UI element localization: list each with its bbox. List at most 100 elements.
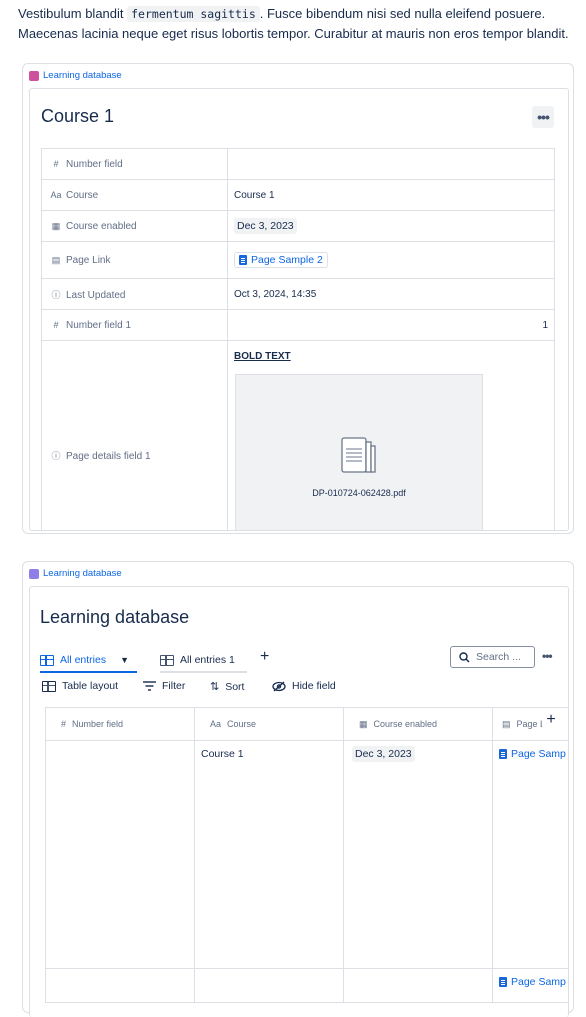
property-value[interactable]: Dec 3, 2023 [227,210,555,242]
intro-paragraph: Vestibulum blandit fermentum sagittis. F… [18,4,574,44]
property-row: # Number field 1 1 [41,309,555,341]
table-cell[interactable] [45,740,195,969]
database-icon [29,70,39,81]
search-input[interactable]: Search ... [450,646,535,668]
page-icon: ▤ [502,718,511,729]
document-icon [239,255,247,265]
property-label: Number field [66,158,123,170]
property-row: Aa Course Course 1 [41,179,555,211]
pdf-file-icon [341,437,376,475]
column-header[interactable]: # Number field [45,707,195,741]
more-options-button[interactable]: ••• [532,106,554,128]
document-icon [499,977,507,987]
table-cell[interactable] [45,968,195,1003]
page-link-chip[interactable]: Page Samp [499,748,566,760]
chevron-down-icon[interactable]: ▼ [120,655,129,665]
toolbar-label: Hide field [292,680,336,692]
column-label: Course enabled [373,719,438,729]
add-view-button[interactable]: + [260,648,269,666]
property-label: Page details field 1 [66,451,151,462]
table-scroll-area[interactable]: # Number field Aa Course ▦ Course enabled ▤… [45,707,568,1007]
filter-button[interactable]: Filter [143,680,185,692]
bold-text: BOLD TEXT [234,351,291,362]
property-label: Course enabled [66,220,137,232]
hide-field-button[interactable]: Hide field [272,680,336,692]
table-layout-button[interactable]: Table layout [42,680,118,692]
tab-label: All entries [60,654,107,666]
table-cell[interactable]: Dec 3, 2023 [343,740,493,969]
table-cell[interactable]: Page Samp [492,968,568,1003]
filter-icon [143,681,156,691]
page-link-chip[interactable]: Page Sample 2 [234,252,328,268]
tab-label: All entries 1 [180,654,235,666]
more-icon: ••• [537,109,550,125]
column-header[interactable]: ▦ Course enabled [343,707,493,741]
table-cell[interactable] [194,968,344,1003]
tab-all-entries[interactable]: All entries ▼ [40,649,138,673]
property-name: ▦ Course enabled [41,210,228,242]
more-options-button[interactable]: ••• [542,649,553,663]
property-value: BOLD TEXT DP-010724-062428.pdf [227,340,555,530]
database-entry-card: Learning database Course 1 ••• # Number f… [22,63,574,534]
intro-text-a: Vestibulum blandit [18,6,128,21]
number-icon: # [53,319,59,330]
property-value[interactable]: Course 1 [227,179,555,211]
entry-panel: Course 1 ••• # Number field Aa Course Cour… [29,88,569,531]
toolbar-label: Table layout [62,680,119,692]
database-link-label: Learning database [43,568,122,579]
file-name: DP-010724-062428.pdf [312,488,406,498]
intro-code: fermentum sagittis [127,6,260,22]
database-link[interactable]: Learning database [29,568,122,579]
table-cell[interactable]: Course 1 [194,740,344,969]
calendar-icon: ▦ [359,718,368,729]
table-cell[interactable]: Page Samp [492,740,568,969]
property-label: Course [66,189,99,201]
property-row: ▤ Page Link Page Sample 2 [41,241,555,279]
tab-all-entries-1[interactable]: All entries 1 [160,649,247,673]
search-placeholder: Search ... [476,651,521,663]
property-name: ⓘ Last Updated [41,278,228,310]
database-title: Learning database [40,607,190,627]
table-row: Page Samp [45,968,568,1003]
date-chip: Dec 3, 2023 [352,746,415,762]
property-row: ⓘ Last Updated Oct 3, 2024, 14:35 [41,278,555,310]
eye-off-icon [272,681,286,691]
property-row: ▦ Course enabled Dec 3, 2023 [41,210,555,242]
database-panel: Learning database All entries ▼ All entr… [29,586,569,1017]
table-cell[interactable] [343,968,493,1003]
property-name: # Number field [41,148,228,180]
column-label: Number field [72,719,124,729]
sort-icon: ⇅ [210,681,220,693]
column-label: Course [227,719,257,729]
add-column-button[interactable]: + [542,711,560,733]
property-row: # Number field [41,148,555,180]
properties-table: # Number field Aa Course Course 1 ▦ Course … [41,148,555,530]
text-icon: Aa [210,719,222,729]
table-view-icon [160,654,174,666]
info-icon: ⓘ [51,451,61,461]
page-icon: ▤ [51,254,61,265]
database-link[interactable]: Learning database [29,70,122,81]
property-name: ⓘ Page details field 1 [41,340,228,530]
toolbar-label: Filter [162,680,186,692]
search-icon [459,651,470,663]
database-link-label: Learning database [43,70,122,81]
date-chip[interactable]: Dec 3, 2023 [234,218,297,234]
sort-button[interactable]: ⇅ Sort [210,680,244,694]
calendar-icon: ▦ [51,220,61,231]
document-icon [499,749,507,759]
page-link-label: Page Samp [511,748,566,760]
table-header-row: # Number field Aa Course ▦ Course enabled ▤… [45,707,568,741]
page-link-label: Page Sample 2 [251,254,323,266]
property-value[interactable] [227,148,555,180]
column-header[interactable]: Aa Course [194,707,344,741]
info-icon: ⓘ [51,289,61,300]
property-value[interactable]: 1 [227,309,555,341]
table-row: Course 1 Dec 3, 2023 Page Samp [45,740,568,969]
page-link-chip[interactable]: Page Samp [499,976,566,988]
property-name: Aa Course [41,179,228,211]
file-preview[interactable]: DP-010724-062428.pdf [235,374,483,530]
number-icon: # [61,719,67,729]
page-link-label: Page Samp [511,976,566,988]
property-value: Oct 3, 2024, 14:35 [227,278,555,310]
